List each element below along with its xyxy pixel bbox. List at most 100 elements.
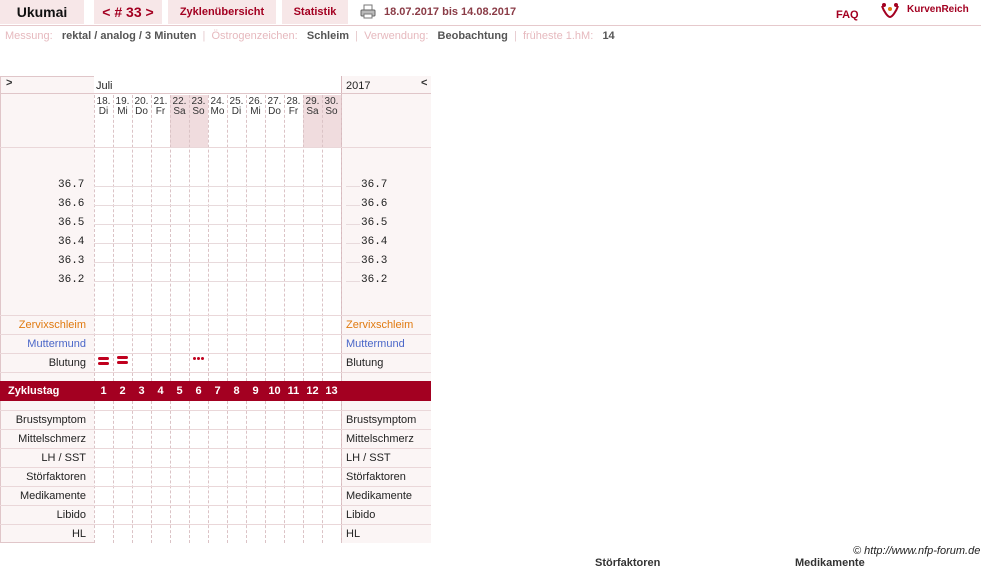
zyklustag-number[interactable]: 9 xyxy=(246,381,265,401)
zyklustag-number[interactable]: 6 xyxy=(189,381,208,401)
temp-label-right: 36.2 xyxy=(361,274,388,286)
grid-row-line xyxy=(0,334,431,335)
temp-gridline xyxy=(94,186,341,187)
row-label-right: Libido xyxy=(346,509,376,521)
zyklustag-number[interactable]: 11 xyxy=(284,381,303,401)
hm-value: 14 xyxy=(602,30,615,42)
prev-arrow[interactable]: > xyxy=(6,77,12,89)
temp-label-right: 36.4 xyxy=(361,236,388,248)
grid-column-line xyxy=(189,401,190,543)
bleeding-marker[interactable] xyxy=(98,362,109,365)
day-weekday: Mi xyxy=(250,106,261,117)
day-header[interactable]: 19. Mi xyxy=(113,97,132,117)
zyklustag-number[interactable]: 7 xyxy=(208,381,227,401)
zyklustag-number[interactable]: 2 xyxy=(113,381,132,401)
cycle-selector[interactable]: < # 33 > xyxy=(94,0,162,24)
day-weekday: Fr xyxy=(155,106,166,117)
day-weekday: Mo xyxy=(210,106,225,117)
copyright[interactable]: © http://www.nfp-forum.de xyxy=(853,545,980,557)
kurvenreich-logo-icon[interactable] xyxy=(880,2,900,20)
faq-link[interactable]: FAQ xyxy=(836,3,859,27)
bleeding-marker[interactable] xyxy=(117,361,128,364)
kurvenreich-link[interactable]: KurvenReich xyxy=(907,0,969,20)
temp-label-left: 36.6 xyxy=(58,198,85,210)
day-header[interactable]: 25. Di xyxy=(227,97,246,117)
temp-gridline xyxy=(94,224,341,225)
row-label-left: Störfaktoren xyxy=(26,471,86,483)
row-label-left: Zervixschleim xyxy=(18,319,86,331)
zyklustag-number[interactable]: 4 xyxy=(151,381,170,401)
zyklustag-number[interactable]: 13 xyxy=(322,381,341,401)
footer-cut-stoerfaktoren: Störfaktoren xyxy=(595,557,661,569)
day-header[interactable]: 22. Sa xyxy=(170,97,189,117)
grid-column-line xyxy=(208,401,209,543)
temp-tick xyxy=(346,281,360,282)
day-header[interactable]: 27. Do xyxy=(265,97,284,117)
grid-row-line xyxy=(0,467,431,468)
grid-column-line xyxy=(227,401,228,543)
next-arrow[interactable]: < xyxy=(421,77,427,89)
temp-gridline xyxy=(94,262,341,263)
zyklustag-number[interactable]: 8 xyxy=(227,381,246,401)
printer-icon[interactable] xyxy=(360,4,376,19)
measurement-info: Messung: rektal / analog / 3 Minuten | Ö… xyxy=(5,30,615,42)
day-weekday: So xyxy=(192,106,205,117)
temp-label-right: 36.6 xyxy=(361,198,388,210)
temp-gridline xyxy=(94,281,341,282)
app-brand[interactable]: Ukumai xyxy=(0,0,84,24)
grid-column-line xyxy=(132,95,133,381)
verwendung-value: Beobachtung xyxy=(437,30,508,42)
grid-column-line xyxy=(151,401,152,543)
grid-column-line xyxy=(341,401,342,543)
day-weekday: So xyxy=(325,106,338,117)
day-header[interactable]: 18. Di xyxy=(94,97,113,117)
row-label-right: HL xyxy=(346,528,361,540)
tab-zyklenuebersicht[interactable]: Zyklenübersicht xyxy=(168,0,276,24)
zyklustag-number[interactable]: 12 xyxy=(303,381,322,401)
temp-tick xyxy=(346,262,360,263)
row-label-right: Störfaktoren xyxy=(346,471,406,483)
grid-column-line xyxy=(170,95,171,381)
zyklustag-number[interactable]: 10 xyxy=(265,381,284,401)
row-label-left: Mittelschmerz xyxy=(18,433,86,445)
temp-gridline xyxy=(94,205,341,206)
messung-value: rektal / analog / 3 Minuten xyxy=(61,30,197,42)
date-range: 18.07.2017 bis 14.08.2017 xyxy=(384,6,517,18)
day-header[interactable]: 30. So xyxy=(322,97,341,117)
grid-row-line xyxy=(0,429,431,430)
bleeding-marker[interactable] xyxy=(98,357,109,360)
day-header[interactable]: 21. Fr xyxy=(151,97,170,117)
day-header[interactable]: 29. Sa xyxy=(303,97,322,117)
row-label-left: Libido xyxy=(56,509,86,521)
grid-column-line xyxy=(246,401,247,543)
tab-statistik[interactable]: Statistik xyxy=(282,0,348,24)
day-header[interactable]: 20. Do xyxy=(132,97,151,117)
temp-tick xyxy=(346,224,360,225)
spotting-marker[interactable] xyxy=(197,357,200,360)
grid-column-line xyxy=(265,95,266,381)
temp-label-left: 36.3 xyxy=(58,255,85,267)
row-label-left: LH / SST xyxy=(41,452,86,464)
top-bar: Ukumai < # 33 > Zyklenübersicht Statisti… xyxy=(0,0,981,26)
day-weekday: Di xyxy=(231,106,242,117)
day-weekday: Do xyxy=(135,106,148,117)
day-weekday: Di xyxy=(98,106,109,117)
day-header[interactable]: 23. So xyxy=(189,97,208,117)
grid-column-line xyxy=(322,95,323,381)
bleeding-marker[interactable] xyxy=(117,356,128,359)
day-header[interactable]: 28. Fr xyxy=(284,97,303,117)
zyklustag-number[interactable]: 5 xyxy=(170,381,189,401)
spotting-marker[interactable] xyxy=(193,357,196,360)
grid-row-line xyxy=(0,315,431,316)
row-label-left: Blutung xyxy=(48,357,86,369)
day-header[interactable]: 24. Mo xyxy=(208,97,227,117)
day-weekday: Sa xyxy=(306,106,319,117)
row-label-left: Brustsymptom xyxy=(15,414,86,426)
verwendung-label: Verwendung: xyxy=(364,30,429,42)
grid-column-line xyxy=(284,95,285,381)
zyklustag-number[interactable]: 1 xyxy=(94,381,113,401)
day-header[interactable]: 26. Mi xyxy=(246,97,265,117)
row-label-right: Brustsymptom xyxy=(346,414,417,426)
spotting-marker[interactable] xyxy=(201,357,204,360)
zyklustag-number[interactable]: 3 xyxy=(132,381,151,401)
